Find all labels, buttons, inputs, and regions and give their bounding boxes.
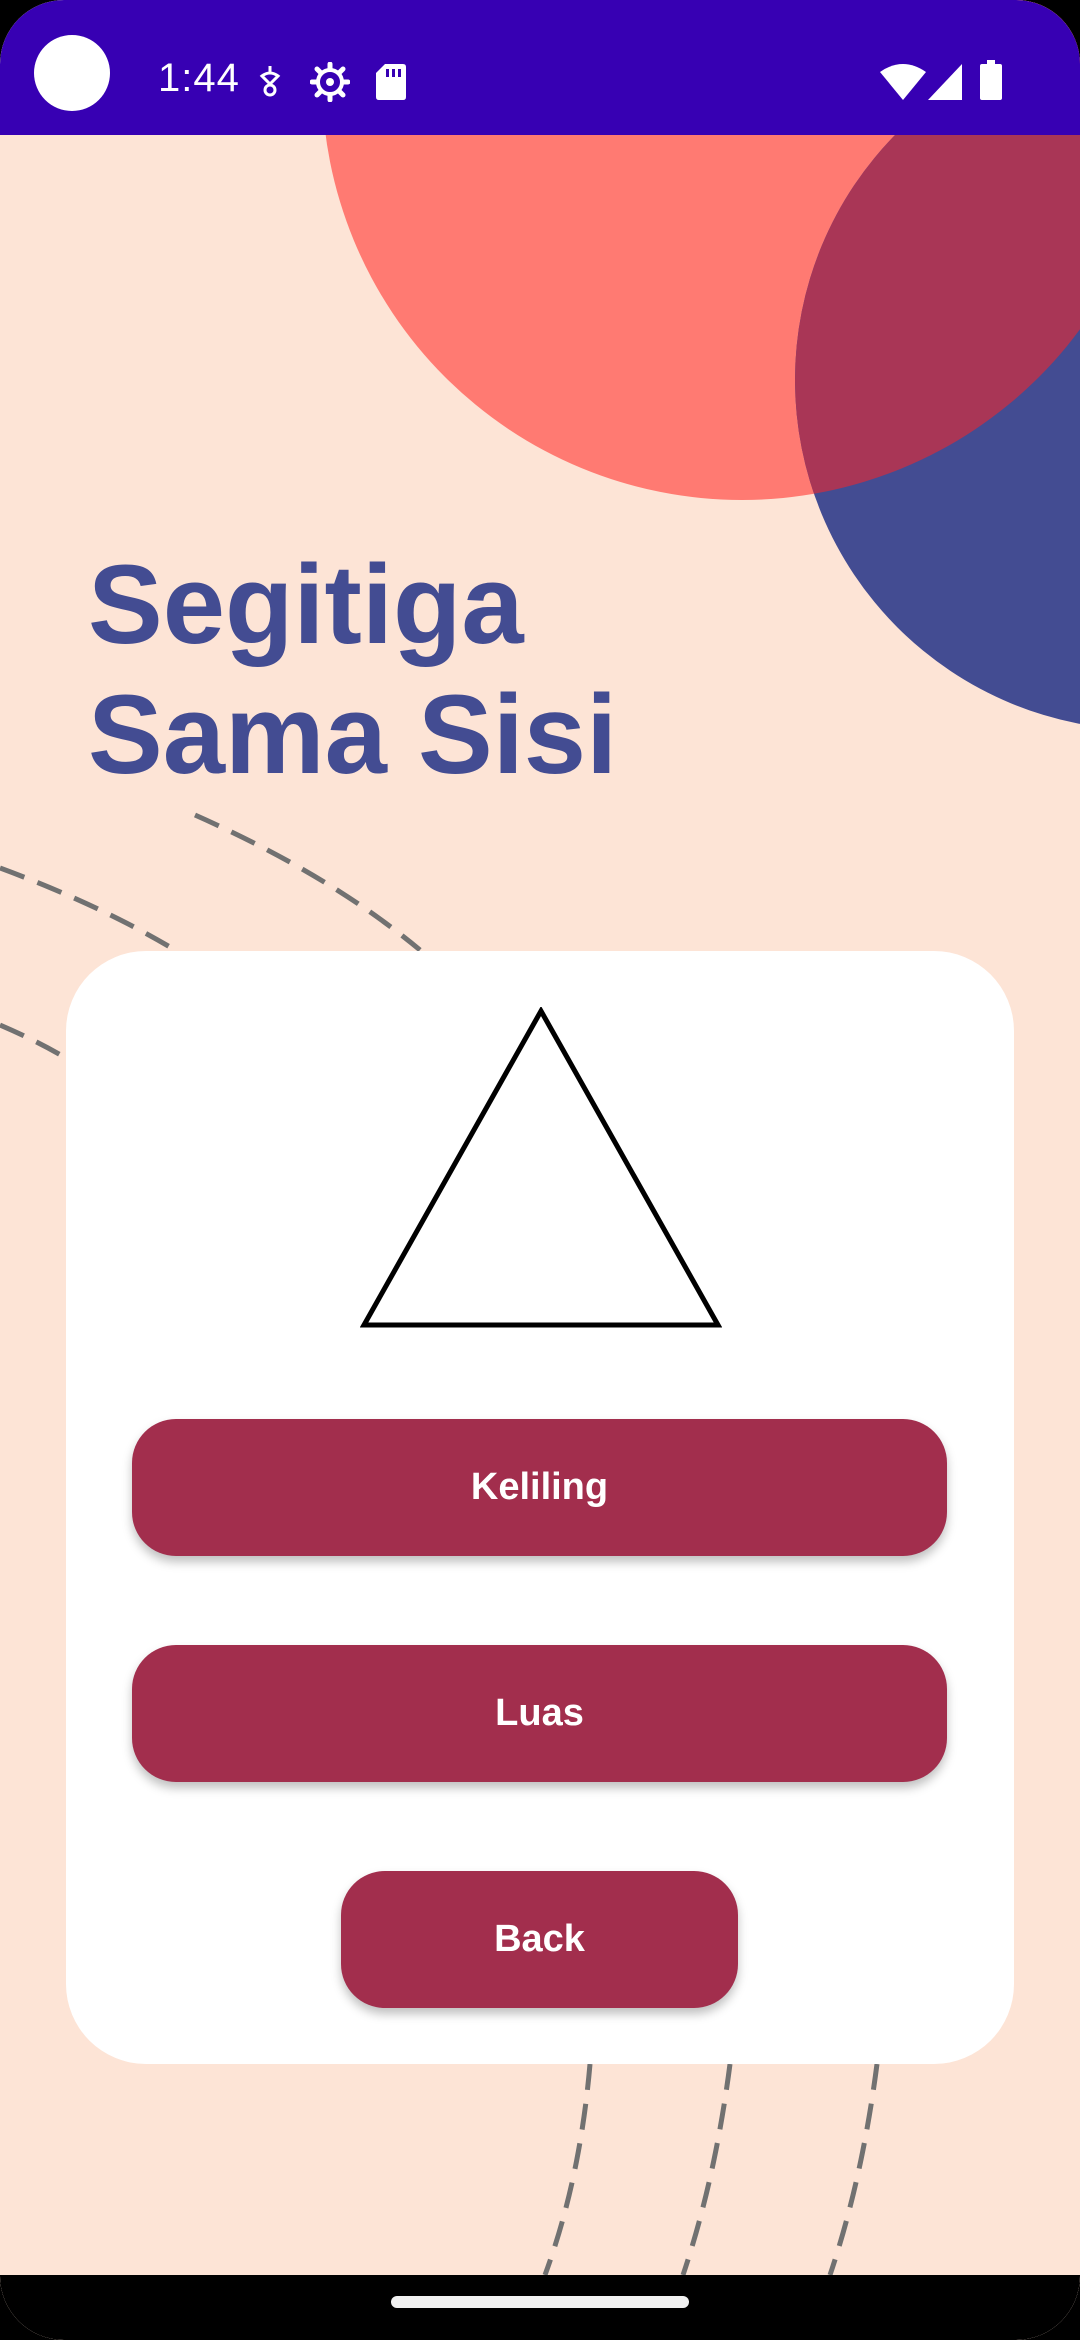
camera-hole	[34, 35, 110, 111]
gear-icon	[310, 62, 350, 102]
title-line-2: Sama Sisi	[88, 672, 618, 797]
status-time: 1:44	[158, 56, 240, 100]
equilateral-triangle-icon	[360, 1007, 722, 1328]
wifi-icon	[880, 64, 926, 100]
luas-button[interactable]: Luas	[132, 1645, 947, 1782]
page-title: Segitiga Sama Sisi	[88, 540, 617, 800]
home-indicator[interactable]	[391, 2296, 689, 2308]
signal-icon	[928, 64, 962, 100]
dashed-arcs-bottom	[542, 2063, 880, 2276]
navigation-bar	[0, 2275, 1080, 2340]
shape-card: Keliling Luas Back	[66, 951, 1014, 2064]
app-screen: 1:44 Segitiga Sama Sisi Keliling Luas Ba…	[0, 0, 1080, 2340]
keliling-button[interactable]: Keliling	[132, 1419, 947, 1556]
title-line-1: Segitiga	[88, 542, 524, 667]
status-bar: 1:44	[0, 0, 1080, 135]
pulse-icon	[259, 66, 281, 97]
sd-card-icon	[376, 64, 406, 100]
back-button[interactable]: Back	[341, 1871, 738, 2008]
battery-icon	[980, 60, 1002, 100]
